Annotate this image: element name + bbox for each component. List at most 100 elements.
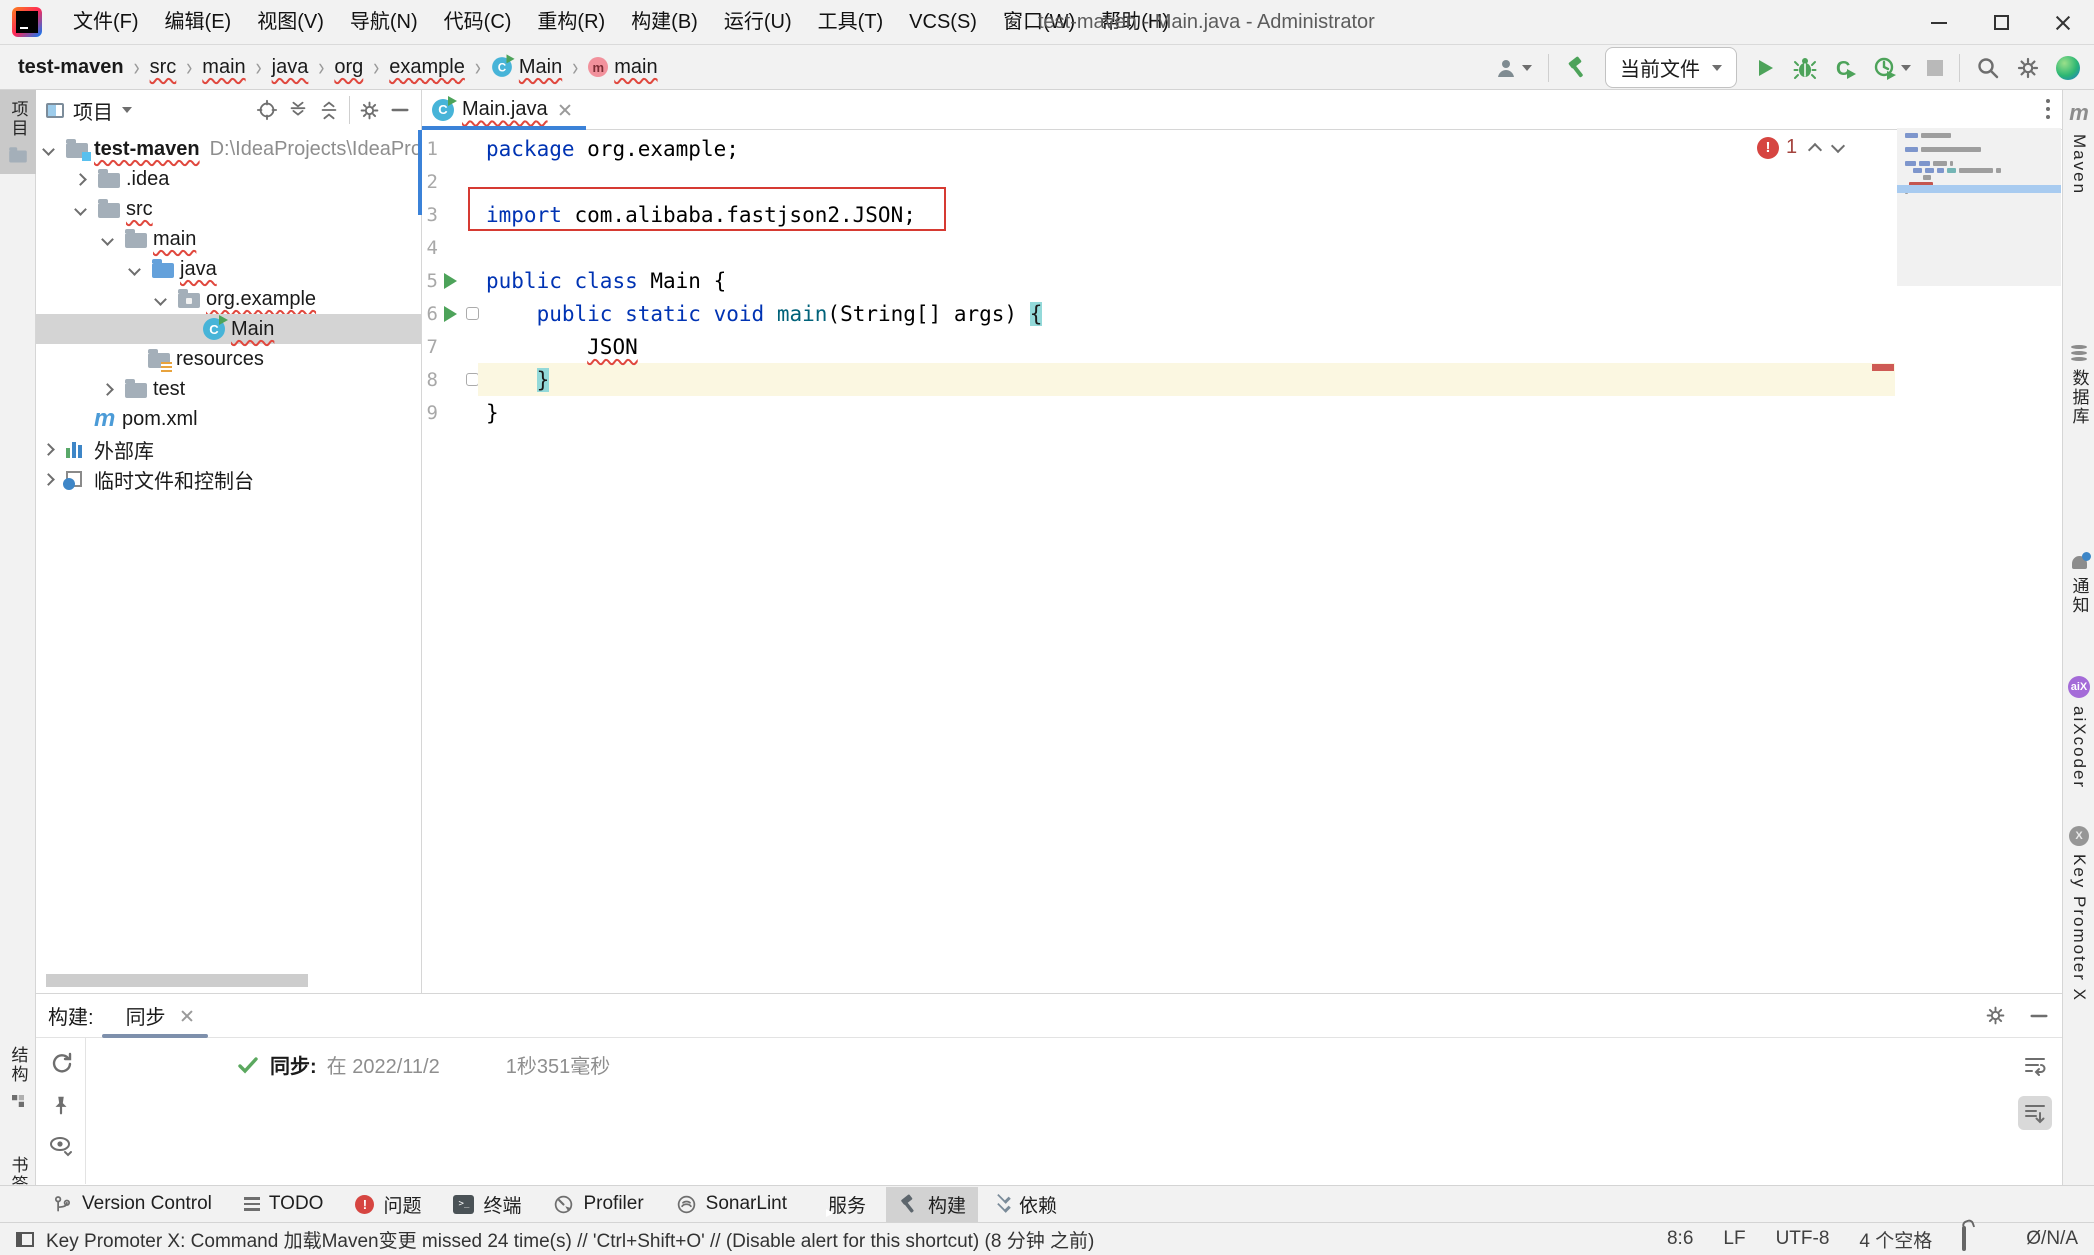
chevron-right-icon[interactable] bbox=[103, 385, 125, 394]
previous-error-icon[interactable] bbox=[1808, 142, 1822, 156]
breadcrumb-item[interactable]: test-maven bbox=[18, 56, 124, 79]
run-gutter-icon[interactable] bbox=[438, 306, 462, 322]
stripe-button-Key Promoter X[interactable]: XKey Promoter X bbox=[2063, 826, 2094, 1002]
menu-item[interactable]: 代码(C) bbox=[431, 0, 525, 45]
breadcrumb-item[interactable]: java bbox=[272, 56, 309, 79]
toolwindow-button-Version Control[interactable]: Version Control bbox=[40, 1189, 224, 1219]
expand-all-button[interactable] bbox=[287, 99, 309, 121]
toolwindow-button-SonarLint[interactable]: SonarLint bbox=[664, 1189, 799, 1219]
tree-item-临时文件和控制台[interactable]: 临时文件和控制台 bbox=[36, 464, 421, 494]
breadcrumb-item[interactable]: src bbox=[150, 56, 177, 79]
toolwindow-button-服务[interactable]: 服务 bbox=[807, 1187, 878, 1222]
build-settings-gear-icon[interactable] bbox=[1985, 1005, 2006, 1026]
eye-button[interactable] bbox=[49, 1134, 73, 1158]
chevron-down-icon[interactable] bbox=[44, 145, 66, 154]
menu-item[interactable]: 视图(V) bbox=[244, 0, 337, 45]
tool-window-toggle-icon[interactable] bbox=[16, 1232, 34, 1247]
toolwindow-button-依赖[interactable]: 依赖 bbox=[986, 1187, 1069, 1222]
toolwindow-button-Profiler[interactable]: Profiler bbox=[541, 1189, 655, 1219]
build-project-button[interactable] bbox=[1565, 56, 1589, 80]
hide-panel-button[interactable] bbox=[389, 99, 411, 121]
project-panel-title[interactable]: 项目 bbox=[73, 96, 113, 125]
debug-button[interactable] bbox=[1793, 56, 1817, 80]
close-tab-icon[interactable] bbox=[180, 1009, 194, 1023]
close-button[interactable] bbox=[2032, 0, 2094, 45]
code-line-9[interactable]: 9} bbox=[422, 396, 2062, 429]
code-minimap[interactable] bbox=[1897, 128, 2061, 286]
line-ending[interactable]: LF bbox=[1723, 1228, 1745, 1250]
error-stripe-mark[interactable] bbox=[1872, 364, 1894, 371]
toolwindow-button-构建[interactable]: 构建 bbox=[886, 1187, 978, 1222]
stop-button[interactable] bbox=[1927, 60, 1943, 76]
menu-item[interactable]: 文件(F) bbox=[60, 0, 152, 45]
chevron-down-icon[interactable] bbox=[122, 107, 132, 113]
maximize-button[interactable] bbox=[1970, 0, 2032, 45]
refresh-button[interactable] bbox=[49, 1052, 73, 1076]
chevron-down-icon[interactable] bbox=[76, 205, 98, 214]
encoding[interactable]: UTF-8 bbox=[1776, 1228, 1830, 1250]
code-line-5[interactable]: 5public class Main { bbox=[422, 264, 2062, 297]
menu-item[interactable]: VCS(S) bbox=[896, 0, 990, 45]
breadcrumb-item[interactable]: CMain bbox=[491, 56, 562, 79]
indent-setting[interactable]: 4 个空格 bbox=[1859, 1226, 1932, 1253]
menu-item[interactable]: 运行(U) bbox=[711, 0, 805, 45]
tree-item-pom.xml[interactable]: mpom.xml bbox=[36, 404, 421, 434]
tree-item-src[interactable]: src bbox=[36, 194, 421, 224]
run-button[interactable] bbox=[1753, 56, 1777, 80]
build-status-row[interactable]: 同步: 在 2022/11/2 1秒351毫秒 bbox=[236, 1050, 610, 1079]
toolwindow-button-TODO[interactable]: TODO bbox=[232, 1189, 336, 1219]
next-error-icon[interactable] bbox=[1831, 138, 1845, 152]
toolwindow-button-问题[interactable]: !问题 bbox=[343, 1187, 433, 1222]
wrap-button[interactable] bbox=[2018, 1048, 2052, 1082]
chevron-right-icon[interactable] bbox=[76, 175, 98, 184]
code-line-4[interactable]: 4 bbox=[422, 231, 2062, 264]
stripe-button-结构[interactable]: 结构 bbox=[0, 1036, 36, 1120]
stripe-button-数据库[interactable]: 数据库 bbox=[2063, 345, 2094, 426]
run-gutter-icon[interactable] bbox=[438, 273, 462, 289]
run-configuration-select[interactable]: 当前文件 bbox=[1605, 47, 1737, 88]
status-message[interactable]: Key Promoter X: Command 加载Maven变更 missed… bbox=[46, 1226, 1094, 1253]
pin-button[interactable] bbox=[50, 1094, 72, 1116]
breadcrumb-item[interactable]: org bbox=[334, 56, 363, 79]
chevron-right-icon[interactable] bbox=[44, 445, 66, 454]
breadcrumb-item[interactable]: mmain bbox=[588, 56, 657, 79]
code-line-7[interactable]: 7 JSON bbox=[422, 330, 2062, 363]
horizontal-scrollbar[interactable] bbox=[46, 974, 308, 987]
tree-item-test-maven[interactable]: test-mavenD:\IdeaProjects\IdeaProje bbox=[36, 134, 421, 164]
memory-indicator[interactable]: Ø/N/A bbox=[2026, 1228, 2078, 1250]
search-everywhere-button[interactable] bbox=[1976, 56, 2000, 80]
tree-item-main[interactable]: main bbox=[36, 224, 421, 254]
stripe-button-通知[interactable]: 通知 bbox=[2063, 556, 2094, 615]
code-line-6[interactable]: 6 public static void main(String[] args)… bbox=[422, 297, 2062, 330]
code-editor[interactable]: 1package org.example;23import com.alibab… bbox=[422, 132, 2062, 429]
stripe-button-aiXcoder[interactable]: aiXaiXcoder bbox=[2063, 676, 2094, 789]
code-line-8[interactable]: 8 } bbox=[422, 363, 2062, 396]
error-count-group[interactable]: ! 1 bbox=[1757, 136, 1797, 159]
hide-build-panel-button[interactable] bbox=[2028, 1005, 2050, 1027]
menu-item[interactable]: 构建(B) bbox=[618, 0, 711, 45]
scrollend-button[interactable] bbox=[2018, 1096, 2052, 1130]
toolwindow-button-终端[interactable]: >_终端 bbox=[441, 1187, 533, 1222]
locate-file-button[interactable] bbox=[256, 99, 278, 121]
chevron-down-icon[interactable] bbox=[130, 265, 152, 274]
stripe-button-Maven[interactable]: mMaven bbox=[2063, 100, 2094, 195]
menu-item[interactable]: 重构(R) bbox=[524, 0, 618, 45]
plugin-sphere-button[interactable] bbox=[2056, 56, 2080, 80]
tree-item-test[interactable]: test bbox=[36, 374, 421, 404]
chevron-down-icon[interactable] bbox=[156, 295, 178, 304]
chevron-down-icon[interactable] bbox=[103, 235, 125, 244]
tree-item-java[interactable]: java bbox=[36, 254, 421, 284]
more-tabs-icon[interactable] bbox=[2046, 99, 2050, 123]
tree-item-.idea[interactable]: .idea bbox=[36, 164, 421, 194]
tree-item-外部库[interactable]: 外部库 bbox=[36, 434, 421, 464]
profiler-run-button[interactable] bbox=[1873, 56, 1911, 80]
caret-position[interactable]: 8:6 bbox=[1667, 1228, 1693, 1250]
build-tab-sync[interactable]: 同步 bbox=[120, 994, 200, 1038]
project-settings-gear-icon[interactable] bbox=[359, 100, 380, 121]
stripe-button-项目[interactable]: 项目 bbox=[0, 90, 36, 174]
tree-item-resources[interactable]: resources bbox=[36, 344, 421, 374]
user-menu[interactable] bbox=[1494, 56, 1532, 80]
tree-item-org.example[interactable]: org.example bbox=[36, 284, 421, 314]
menu-item[interactable]: 导航(N) bbox=[337, 0, 431, 45]
lock-icon[interactable] bbox=[1962, 1228, 1966, 1250]
